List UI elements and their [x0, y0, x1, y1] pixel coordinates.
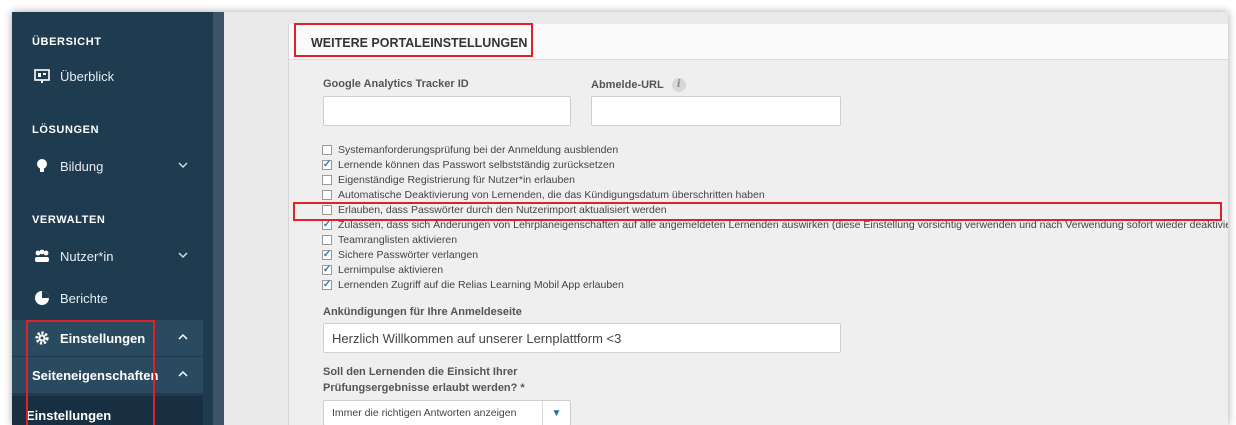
announcement-label: Ankündigungen für Ihre Anmeldeseite — [323, 306, 522, 318]
pie-chart-icon — [34, 290, 50, 306]
sidebar-scrollbar[interactable] — [213, 12, 224, 425]
settings-panel: WEITERE PORTALEINSTELLUNGEN Google Analy… — [288, 24, 1228, 425]
option-label: Lernimpulse aktivieren — [338, 263, 444, 276]
presentation-icon — [34, 68, 50, 84]
sidebar-heading-overview: ÜBERSICHT — [32, 36, 102, 48]
option-label: Erlauben, dass Passwörter durch den Nutz… — [338, 203, 667, 216]
ga-tracker-input[interactable] — [323, 96, 571, 126]
sidebar-item-overview[interactable]: Überblick — [12, 58, 203, 94]
sidebar-item-settings[interactable]: Einstellungen — [12, 320, 203, 356]
option-checkbox[interactable]: ✓ — [322, 159, 332, 170]
option-label: Automatische Deaktivierung von Lernenden… — [338, 188, 765, 201]
option-checkbox[interactable] — [322, 144, 332, 155]
ga-tracker-label: Google Analytics Tracker ID — [323, 78, 469, 90]
logout-url-input[interactable] — [591, 96, 841, 126]
sidebar-item-reports[interactable]: Berichte — [12, 280, 203, 316]
chevron-up-icon — [177, 331, 189, 343]
option-row: Teamranglisten aktivieren — [322, 232, 1228, 247]
app-window: ÜBERSICHT Überblick LÖSUNGEN Bildung VER… — [12, 12, 1228, 425]
option-label: Zulassen, dass sich Änderungen von Lehrp… — [338, 218, 1228, 231]
logout-url-label: Abmelde-URL i — [591, 78, 686, 92]
chevron-down-icon — [177, 249, 189, 261]
chevron-down-icon — [177, 159, 189, 171]
option-label: Eigenständige Registrierung für Nutzer*i… — [338, 173, 575, 186]
main-content: WEITERE PORTALEINSTELLUNGEN Google Analy… — [224, 12, 1228, 425]
users-icon — [34, 248, 50, 264]
option-checkbox[interactable] — [322, 204, 332, 215]
option-row: ✓ Lernende können das Passwort selbststän… — [322, 157, 1228, 172]
sidebar-item-label: Seiteneigenschaften — [32, 367, 159, 383]
option-label: Lernenden Zugriff auf die Relias Learnin… — [338, 278, 624, 291]
option-checkbox[interactable] — [322, 174, 332, 185]
sidebar-item-label: Nutzer*in — [60, 248, 114, 264]
option-row: Systemanforderungsprüfung bei der Anmeld… — [322, 142, 1228, 157]
exam-results-select[interactable]: Immer die richtigen Antworten anzeigen ▼ — [323, 400, 571, 425]
option-row: ✓ Zulassen, dass sich Änderungen von Lehr… — [322, 217, 1228, 232]
exam-results-select-value: Immer die richtigen Antworten anzeigen — [332, 407, 517, 419]
sidebar-subitem-settings[interactable]: Einstellungen — [12, 396, 203, 425]
sidebar-item-users[interactable]: Nutzer*in — [12, 238, 203, 274]
option-row: Eigenständige Registrierung für Nutzer*i… — [322, 172, 1228, 187]
option-row: Erlauben, dass Passwörter durch den Nutz… — [322, 202, 1228, 217]
panel-header: WEITERE PORTALEINSTELLUNGEN — [289, 24, 1228, 60]
option-row: Automatische Deaktivierung von Lernenden… — [322, 187, 1228, 202]
sidebar-subitem-site-properties[interactable]: Seiteneigenschaften — [12, 357, 203, 393]
option-label: Teamranglisten aktivieren — [338, 233, 458, 246]
exam-results-label-line2: Prüfungsergebnisse erlaubt werden? * — [323, 382, 525, 394]
sidebar-item-label: Einstellungen — [26, 407, 112, 423]
sidebar-heading-solutions: LÖSUNGEN — [32, 124, 100, 136]
option-row: ✓ Sichere Passwörter verlangen — [322, 247, 1228, 262]
chevron-up-icon — [177, 368, 189, 383]
option-label: Lernende können das Passwort selbstständ… — [338, 158, 615, 171]
option-row: ✓ Lernimpulse aktivieren — [322, 262, 1228, 277]
info-icon[interactable]: i — [671, 78, 686, 92]
panel-title: WEITERE PORTALEINSTELLUNGEN — [311, 36, 528, 50]
option-row: ✓ Lernenden Zugriff auf die Relias Learni… — [322, 277, 1228, 292]
sidebar-item-label: Überblick — [60, 68, 115, 84]
exam-results-label-line1: Soll den Lernenden die Einsicht Ihrer — [323, 366, 518, 378]
options-checkbox-list: Systemanforderungsprüfung bei der Anmeld… — [322, 142, 1228, 292]
sidebar-item-label: Berichte — [60, 290, 108, 306]
option-checkbox[interactable] — [322, 234, 332, 245]
option-checkbox[interactable] — [322, 189, 332, 200]
gear-icon — [34, 330, 50, 346]
sidebar-item-education[interactable]: Bildung — [12, 148, 203, 184]
option-label: Systemanforderungsprüfung bei der Anmeld… — [338, 143, 619, 156]
sidebar-item-label: Einstellungen — [60, 330, 146, 346]
option-checkbox[interactable]: ✓ — [322, 279, 332, 290]
sidebar: ÜBERSICHT Überblick LÖSUNGEN Bildung VER… — [12, 12, 213, 425]
option-checkbox[interactable]: ✓ — [322, 219, 332, 230]
lightbulb-icon — [34, 158, 50, 174]
option-label: Sichere Passwörter verlangen — [338, 248, 479, 261]
sidebar-item-label: Bildung — [60, 158, 104, 174]
sidebar-heading-manage: VERWALTEN — [32, 214, 106, 226]
announcement-input[interactable] — [323, 323, 841, 353]
option-checkbox[interactable]: ✓ — [322, 249, 332, 260]
option-checkbox[interactable]: ✓ — [322, 264, 332, 275]
logout-url-label-text: Abmelde-URL — [591, 78, 664, 91]
caret-down-icon: ▼ — [542, 401, 570, 425]
